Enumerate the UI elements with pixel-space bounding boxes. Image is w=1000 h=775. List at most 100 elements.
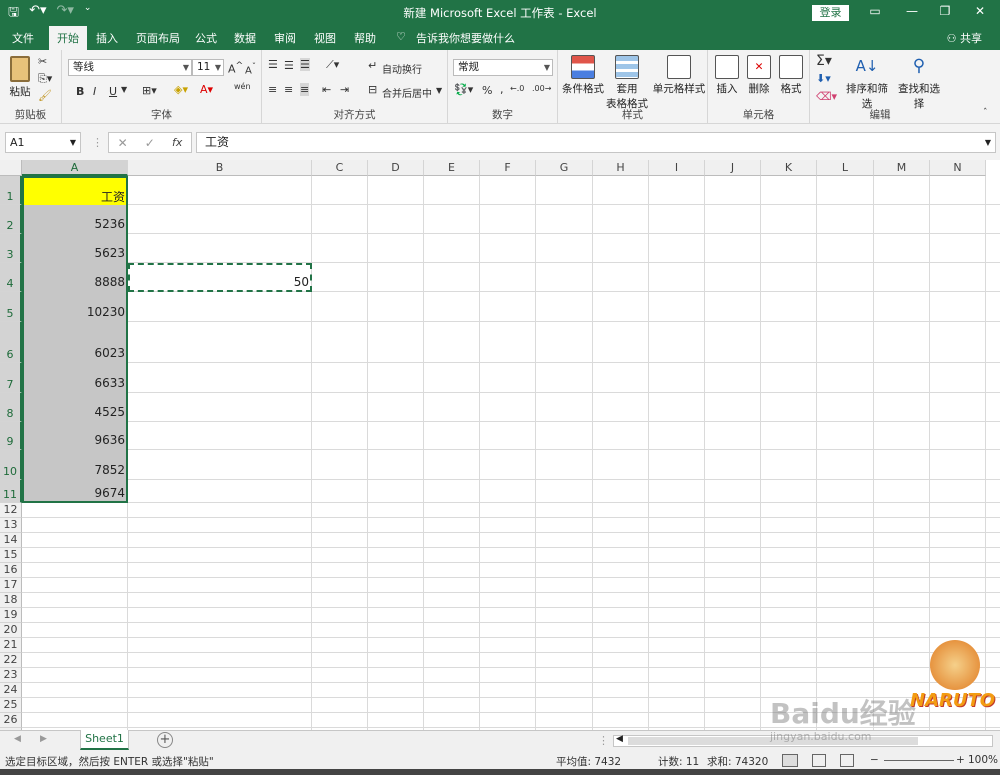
row-header-14[interactable]: 14 (0, 533, 22, 548)
row-header-21[interactable]: 21 (0, 638, 22, 653)
merge-dropdown-icon[interactable]: ▼ (436, 86, 442, 95)
split-handle-icon[interactable]: ⋮ (598, 734, 609, 747)
cell-b4[interactable]: 50 (128, 275, 312, 289)
expand-formula-icon[interactable]: ▼ (985, 133, 991, 152)
cell-a5[interactable]: 10230 (22, 305, 128, 319)
tell-me-search[interactable]: 告诉我你想要做什么 (416, 30, 515, 46)
column-header-g[interactable]: G (536, 160, 593, 176)
increase-font-icon[interactable]: A^ (228, 60, 243, 76)
tab-view[interactable]: 视图 (314, 30, 336, 46)
next-sheet-icon[interactable]: ▶ (40, 734, 47, 744)
page-break-view-icon[interactable] (840, 754, 854, 767)
confirm-icon[interactable]: ✓ (145, 136, 155, 150)
cell-a11[interactable]: 9674 (22, 486, 128, 500)
row-header-17[interactable]: 17 (0, 578, 22, 593)
row-header-25[interactable]: 25 (0, 698, 22, 713)
font-name-combo[interactable]: 等线 ▼ (68, 59, 192, 76)
tab-help[interactable]: 帮助 (354, 30, 376, 46)
tab-data[interactable]: 数据 (234, 30, 256, 46)
cell-a10[interactable]: 7852 (22, 463, 128, 477)
login-button[interactable]: 登录 (812, 5, 849, 21)
add-sheet-icon[interactable]: + (157, 732, 173, 748)
conditional-format-button[interactable]: 条件格式 (560, 55, 606, 96)
bold-button[interactable]: B (76, 85, 84, 98)
row-header-6[interactable]: 6 (0, 322, 22, 363)
collapse-ribbon-icon[interactable]: ˆ (983, 108, 988, 118)
clear-icon[interactable]: ⌫▾ (816, 90, 837, 103)
number-format-combo[interactable]: 常规 ▼ (453, 59, 553, 76)
name-box[interactable]: A1 ▼ (5, 132, 81, 153)
underline-button[interactable]: U (109, 85, 117, 98)
middle-align-icon[interactable]: ☰ (284, 59, 294, 72)
increase-decimal-icon[interactable]: ←.0 (510, 84, 524, 93)
cancel-icon[interactable]: ✕ (118, 136, 128, 150)
column-header-d[interactable]: D (368, 160, 424, 176)
row-header-26[interactable]: 26 (0, 713, 22, 728)
scroll-left-icon[interactable]: ◀ (616, 734, 623, 744)
row-header-20[interactable]: 20 (0, 623, 22, 638)
align-center-icon[interactable]: ≡ (284, 83, 293, 96)
insert-cells-button[interactable]: 插入 (712, 55, 742, 96)
tab-insert[interactable]: 插入 (96, 30, 118, 46)
row-header-2[interactable]: 2 (0, 205, 22, 234)
fill-icon[interactable]: ⬇▾ (816, 72, 831, 85)
format-as-table-button[interactable]: 套用 表格格式 (604, 55, 650, 111)
format-cells-button[interactable]: 格式 (776, 55, 806, 96)
row-header-8[interactable]: 8 (0, 393, 22, 422)
row-header-23[interactable]: 23 (0, 668, 22, 683)
dropdown-icon[interactable]: ▼ (544, 60, 550, 75)
cell-a3[interactable]: 5623 (22, 246, 128, 260)
border-icon[interactable]: ⊞▾ (142, 84, 157, 97)
fill-color-icon[interactable]: ◈▾ (174, 83, 188, 96)
row-header-10[interactable]: 10 (0, 450, 22, 480)
copy-icon[interactable]: ⎘▾ (38, 72, 52, 86)
row-header-24[interactable]: 24 (0, 683, 22, 698)
italic-button[interactable]: I (93, 85, 96, 98)
column-header-b[interactable]: B (128, 160, 312, 176)
cell-styles-button[interactable]: 单元格样式 (652, 55, 706, 96)
column-header-c[interactable]: C (312, 160, 368, 176)
font-size-combo[interactable]: 11 ▼ (192, 59, 224, 76)
ribbon-display-icon[interactable]: ▭ (860, 4, 890, 18)
percent-button[interactable]: % (482, 84, 492, 97)
tab-file[interactable]: 文件 (12, 30, 34, 46)
column-header-n[interactable]: N (930, 160, 986, 176)
select-all-corner[interactable] (0, 160, 22, 176)
wrap-text-button[interactable]: 自动换行 (382, 61, 422, 76)
delete-cells-button[interactable]: ✕ 删除 (744, 55, 774, 96)
cell-a4[interactable]: 8888 (22, 275, 128, 289)
font-color-icon[interactable]: A▾ (200, 83, 213, 96)
autosum-icon[interactable]: Σ▾ (816, 53, 832, 69)
row-header-11[interactable]: 11 (0, 480, 22, 503)
share-button[interactable]: ⚇ 共享 (947, 30, 982, 46)
decrease-decimal-icon[interactable]: .00→ (532, 84, 551, 93)
tab-home[interactable]: 开始 (49, 26, 87, 50)
column-header-j[interactable]: J (705, 160, 761, 176)
accounting-icon[interactable]: 💱▾ (454, 83, 473, 96)
row-header-9[interactable]: 9 (0, 422, 22, 450)
dropdown-icon[interactable]: ▼ (215, 60, 221, 75)
zoom-out-icon[interactable]: − (870, 754, 879, 766)
align-right-icon[interactable]: ≡ (300, 83, 310, 96)
row-header-13[interactable]: 13 (0, 518, 22, 533)
restore-button[interactable]: ❐ (930, 4, 960, 18)
column-header-f[interactable]: F (480, 160, 536, 176)
row-header-22[interactable]: 22 (0, 653, 22, 668)
underline-dropdown-icon[interactable]: ▼ (121, 85, 127, 94)
align-left-icon[interactable]: ≡ (268, 83, 277, 96)
increase-indent-icon[interactable]: ⇥ (340, 83, 349, 96)
row-header-15[interactable]: 15 (0, 548, 22, 563)
column-header-m[interactable]: M (874, 160, 930, 176)
normal-view-icon[interactable] (782, 754, 798, 767)
cell-a1[interactable]: 工资 (22, 188, 128, 205)
prev-sheet-icon[interactable]: ◀ (14, 734, 21, 744)
row-header-5[interactable]: 5 (0, 292, 22, 322)
column-header-i[interactable]: I (649, 160, 705, 176)
row-header-12[interactable]: 12 (0, 503, 22, 518)
cell-a8[interactable]: 4525 (22, 405, 128, 419)
cell-a2[interactable]: 5236 (22, 217, 128, 231)
cut-icon[interactable]: ✂ (38, 55, 47, 68)
row-header-1[interactable]: 1 (0, 176, 22, 205)
cell-a9[interactable]: 9636 (22, 433, 128, 447)
row-header-3[interactable]: 3 (0, 234, 22, 263)
